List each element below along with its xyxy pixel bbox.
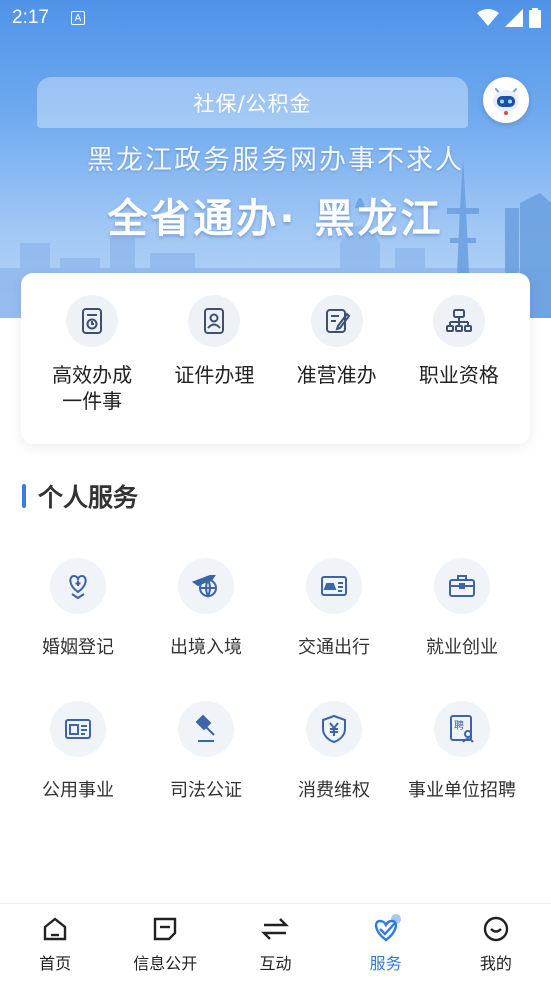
utility-card-icon (50, 701, 106, 757)
robot-assistant-icon[interactable] (483, 77, 529, 123)
service-label: 事业单位招聘 (408, 780, 516, 801)
quick-item-qualification[interactable]: 职业资格 (404, 295, 514, 444)
edit-form-icon (310, 295, 363, 347)
nav-item-home[interactable]: 首页 (5, 914, 105, 981)
nav-item-service[interactable]: 服务 (336, 914, 436, 981)
status-time: 2:17 (12, 7, 49, 28)
quick-item-label: 证件办理 (174, 363, 255, 387)
nav-label-info: 信息公开 (133, 954, 198, 973)
service-label: 司法公证 (170, 780, 242, 801)
service-item-judicial[interactable]: 司法公证 (142, 701, 270, 804)
quick-item-permit[interactable]: 准营准办 (282, 295, 392, 444)
briefcase-icon (434, 558, 490, 614)
service-label: 交通出行 (298, 637, 370, 658)
search-bar[interactable]: 社保/公积金 (37, 77, 468, 128)
gavel-icon (178, 701, 234, 757)
quick-service-card: 高效办成 一件事 证件办理 准营准办 职业资格 (21, 273, 530, 444)
shield-yuan-icon (306, 701, 362, 757)
nav-label-interact: 互动 (259, 954, 292, 973)
nav-item-mine[interactable]: 我的 (446, 914, 546, 981)
section-personal-services: 个人服务 (22, 478, 138, 514)
nav-item-interact[interactable]: 互动 (225, 914, 325, 981)
nav-label-home: 首页 (39, 954, 72, 973)
service-label: 就业创业 (426, 637, 498, 658)
search-placeholder: 社保/公积金 (193, 91, 312, 116)
home-icon (43, 917, 67, 941)
status-icons (477, 8, 541, 28)
quick-label-line-2: 一件事 (62, 388, 123, 413)
marriage-icon (50, 558, 106, 614)
section-title: 个人服务 (38, 483, 139, 512)
quick-item-label: 高效办成 一件事 (52, 363, 132, 414)
car-card-icon (306, 558, 362, 614)
service-item-transport[interactable]: 交通出行 (270, 558, 398, 661)
nav-item-info[interactable]: 信息公开 (115, 914, 215, 981)
battery-icon (529, 8, 541, 28)
quick-item-label: 准营准办 (296, 363, 377, 387)
service-item-consumer-rights[interactable]: 消费维权 (270, 701, 398, 804)
document-refresh-icon (66, 295, 119, 347)
service-item-employment[interactable]: 就业创业 (398, 558, 526, 661)
airplane-globe-icon (178, 558, 234, 614)
hero-subtitle: 黑龙江政务服务网办事不求人 (87, 145, 464, 176)
service-label: 公用事业 (42, 780, 114, 801)
status-bar: 2:17 A (0, 0, 551, 36)
note-icon (154, 917, 177, 941)
service-item-immigration[interactable]: 出境入境 (142, 558, 270, 661)
service-heart-icon (374, 914, 401, 942)
quick-item-label: 职业资格 (418, 363, 499, 387)
wifi-icon (477, 9, 499, 26)
quick-item-id[interactable]: 证件办理 (159, 295, 269, 444)
service-label: 消费维权 (298, 780, 370, 801)
hire-icon: 聘 (434, 701, 490, 757)
section-accent-bar (22, 484, 26, 508)
bottom-navigation: 首页 信息公开 互动 服务 我的 (0, 903, 551, 981)
service-grid: 婚姻登记 出境入境 交通出行 就业创业 公用事业 司法公证 消费维权 聘 事业单… (14, 558, 526, 804)
id-card-icon (188, 295, 241, 347)
service-label: 婚姻登记 (42, 637, 114, 658)
service-label: 出境入境 (170, 637, 242, 658)
signal-icon (505, 9, 523, 27)
profile-smile-icon (483, 916, 509, 942)
quick-label-line-1: 高效办成 (52, 363, 133, 387)
nav-label-service: 服务 (369, 954, 402, 973)
org-chart-icon (432, 295, 485, 347)
swap-icon (261, 918, 290, 940)
hero-title: 全省通办· 黑龙江 (107, 196, 444, 242)
svg-text:聘: 聘 (454, 719, 464, 732)
service-item-recruitment[interactable]: 聘 事业单位招聘 (398, 701, 526, 804)
notification-icon: A (70, 11, 85, 25)
service-item-utilities[interactable]: 公用事业 (14, 701, 142, 804)
nav-label-mine: 我的 (479, 954, 512, 973)
service-item-marriage[interactable]: 婚姻登记 (14, 558, 142, 661)
quick-item-efficient[interactable]: 高效办成 一件事 (37, 295, 147, 444)
